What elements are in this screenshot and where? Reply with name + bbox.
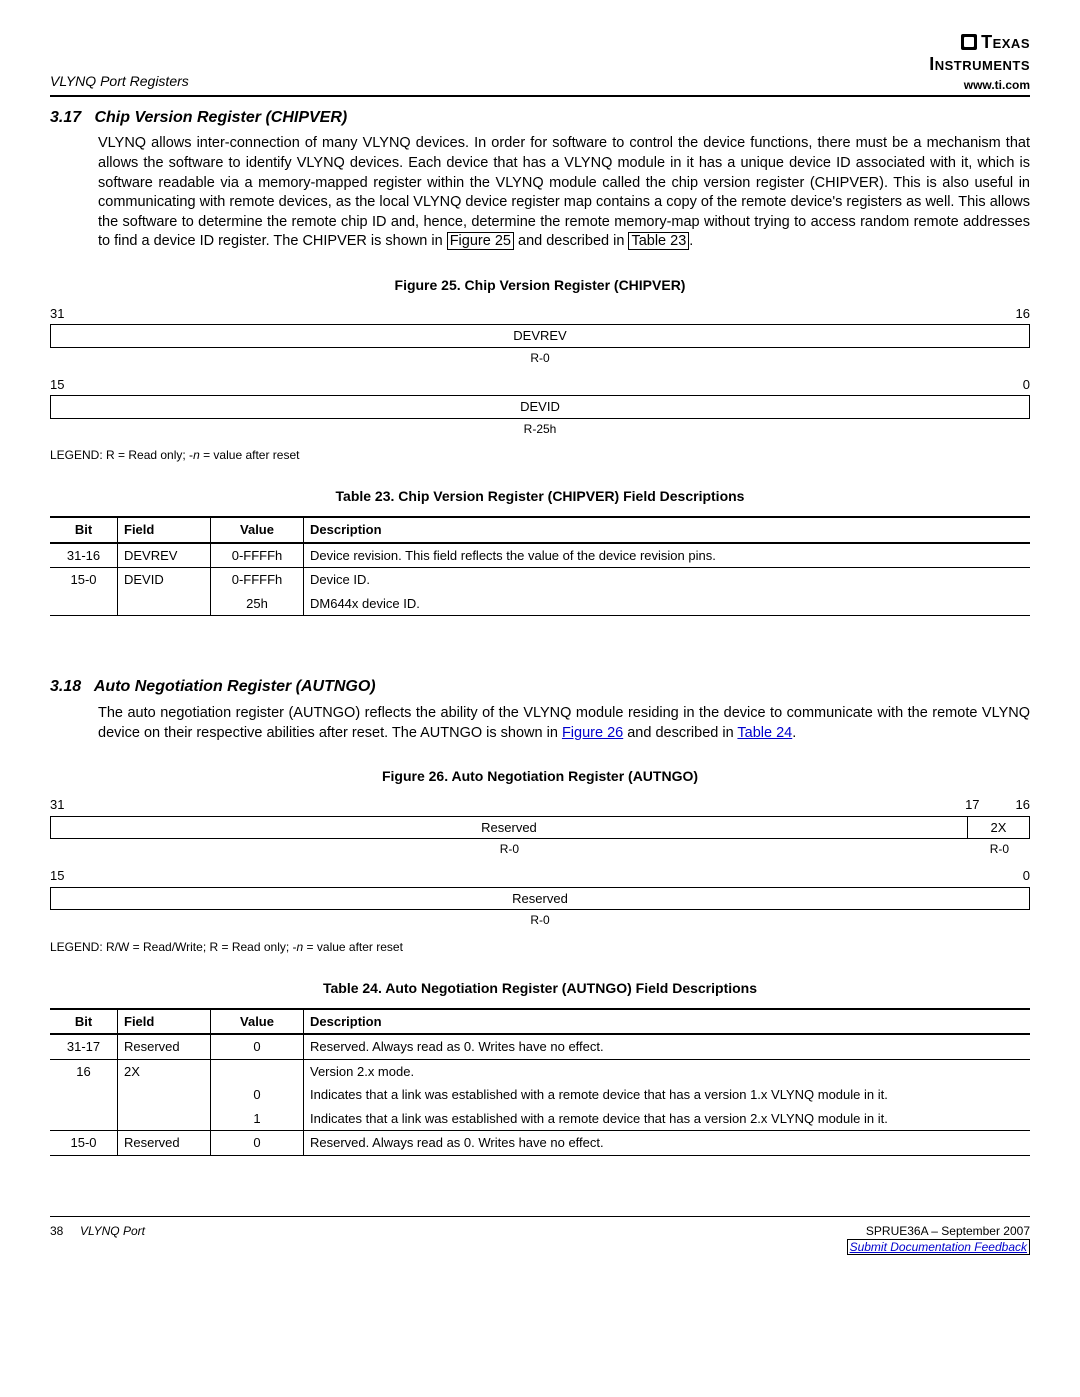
table-row: Bit Field Value Description: [50, 1009, 1030, 1035]
table-row: 1 Indicates that a link was established …: [50, 1107, 1030, 1131]
figure-26: 31 17 16 Reserved 2X R-0 R-0 150 Reserve…: [50, 796, 1030, 929]
link-table-23[interactable]: Table 23: [628, 232, 689, 250]
section-318-title: 3.18 Auto Negotiation Register (AUTNGO): [50, 676, 1030, 698]
brand-top: Texas: [981, 32, 1030, 52]
footer-doc-title: VLYNQ Port: [80, 1224, 145, 1238]
table-row: 15-0 DEVID 0-FFFFh Device ID.: [50, 568, 1030, 592]
link-figure-26[interactable]: Figure 26: [562, 725, 623, 741]
doc-number: SPRUE36A – September 2007: [847, 1223, 1030, 1239]
page-header: VLYNQ Port Registers Texas Instruments w…: [50, 30, 1030, 93]
table-23: Bit Field Value Description 31-16 DEVREV…: [50, 516, 1030, 616]
page-footer: 38 VLYNQ Port SPRUE36A – September 2007 …: [50, 1216, 1030, 1255]
table-row: 15-0 Reserved 0 Reserved. Always read as…: [50, 1131, 1030, 1156]
table-23-caption: Table 23. Chip Version Register (CHIPVER…: [50, 487, 1030, 506]
table-row: 25h DM644x device ID.: [50, 592, 1030, 616]
section-317-head: Chip Version Register (CHIPVER): [94, 109, 347, 126]
table-row: 16 2X Version 2.x mode.: [50, 1059, 1030, 1083]
figure-25-caption: Figure 25. Chip Version Register (CHIPVE…: [50, 276, 1030, 295]
table-24-caption: Table 24. Auto Negotiation Register (AUT…: [50, 979, 1030, 998]
figure-26-legend: LEGEND: R/W = Read/Write; R = Read only;…: [50, 939, 1030, 955]
header-title: VLYNQ Port Registers: [50, 72, 189, 91]
table-24: Bit Field Value Description 31-17 Reserv…: [50, 1008, 1030, 1156]
field-devrev: DEVREV: [50, 324, 1030, 348]
page-number: 38: [50, 1224, 63, 1238]
field-reserved-lo: Reserved: [50, 887, 1030, 911]
chip-icon: [961, 34, 977, 50]
section-318-num: 3.18: [50, 676, 90, 698]
figure-25: 3116 DEVREV R-0 150 DEVID R-25h: [50, 305, 1030, 438]
link-figure-25[interactable]: Figure 25: [447, 232, 514, 250]
figure-25-legend: LEGEND: R = Read only; -n = value after …: [50, 447, 1030, 463]
section-317-title: 3.17 Chip Version Register (CHIPVER): [50, 107, 1030, 129]
link-table-24[interactable]: Table 24: [737, 725, 792, 741]
brand-bottom: Instruments: [929, 52, 1030, 76]
table-row: 31-17 Reserved 0 Reserved. Always read a…: [50, 1034, 1030, 1059]
header-rule: [50, 95, 1030, 97]
table-row: Bit Field Value Description: [50, 517, 1030, 543]
section-318-head: Auto Negotiation Register (AUTNGO): [94, 678, 376, 695]
section-317-body: VLYNQ allows inter-connection of many VL…: [98, 134, 1030, 251]
section-317-num: 3.17: [50, 107, 90, 129]
brand-url: www.ti.com: [929, 77, 1030, 93]
field-reserved-hi: Reserved: [50, 816, 967, 840]
section-318-body: The auto negotiation register (AUTNGO) r…: [98, 704, 1030, 743]
feedback-link[interactable]: Submit Documentation Feedback: [847, 1239, 1030, 1255]
table-row: 0 Indicates that a link was established …: [50, 1083, 1030, 1107]
field-devid: DEVID: [50, 395, 1030, 419]
figure-26-caption: Figure 26. Auto Negotiation Register (AU…: [50, 767, 1030, 786]
table-row: 31-16 DEVREV 0-FFFFh Device revision. Th…: [50, 543, 1030, 568]
field-2x: 2X: [967, 816, 1030, 840]
ti-logo: Texas Instruments www.ti.com: [929, 30, 1030, 93]
